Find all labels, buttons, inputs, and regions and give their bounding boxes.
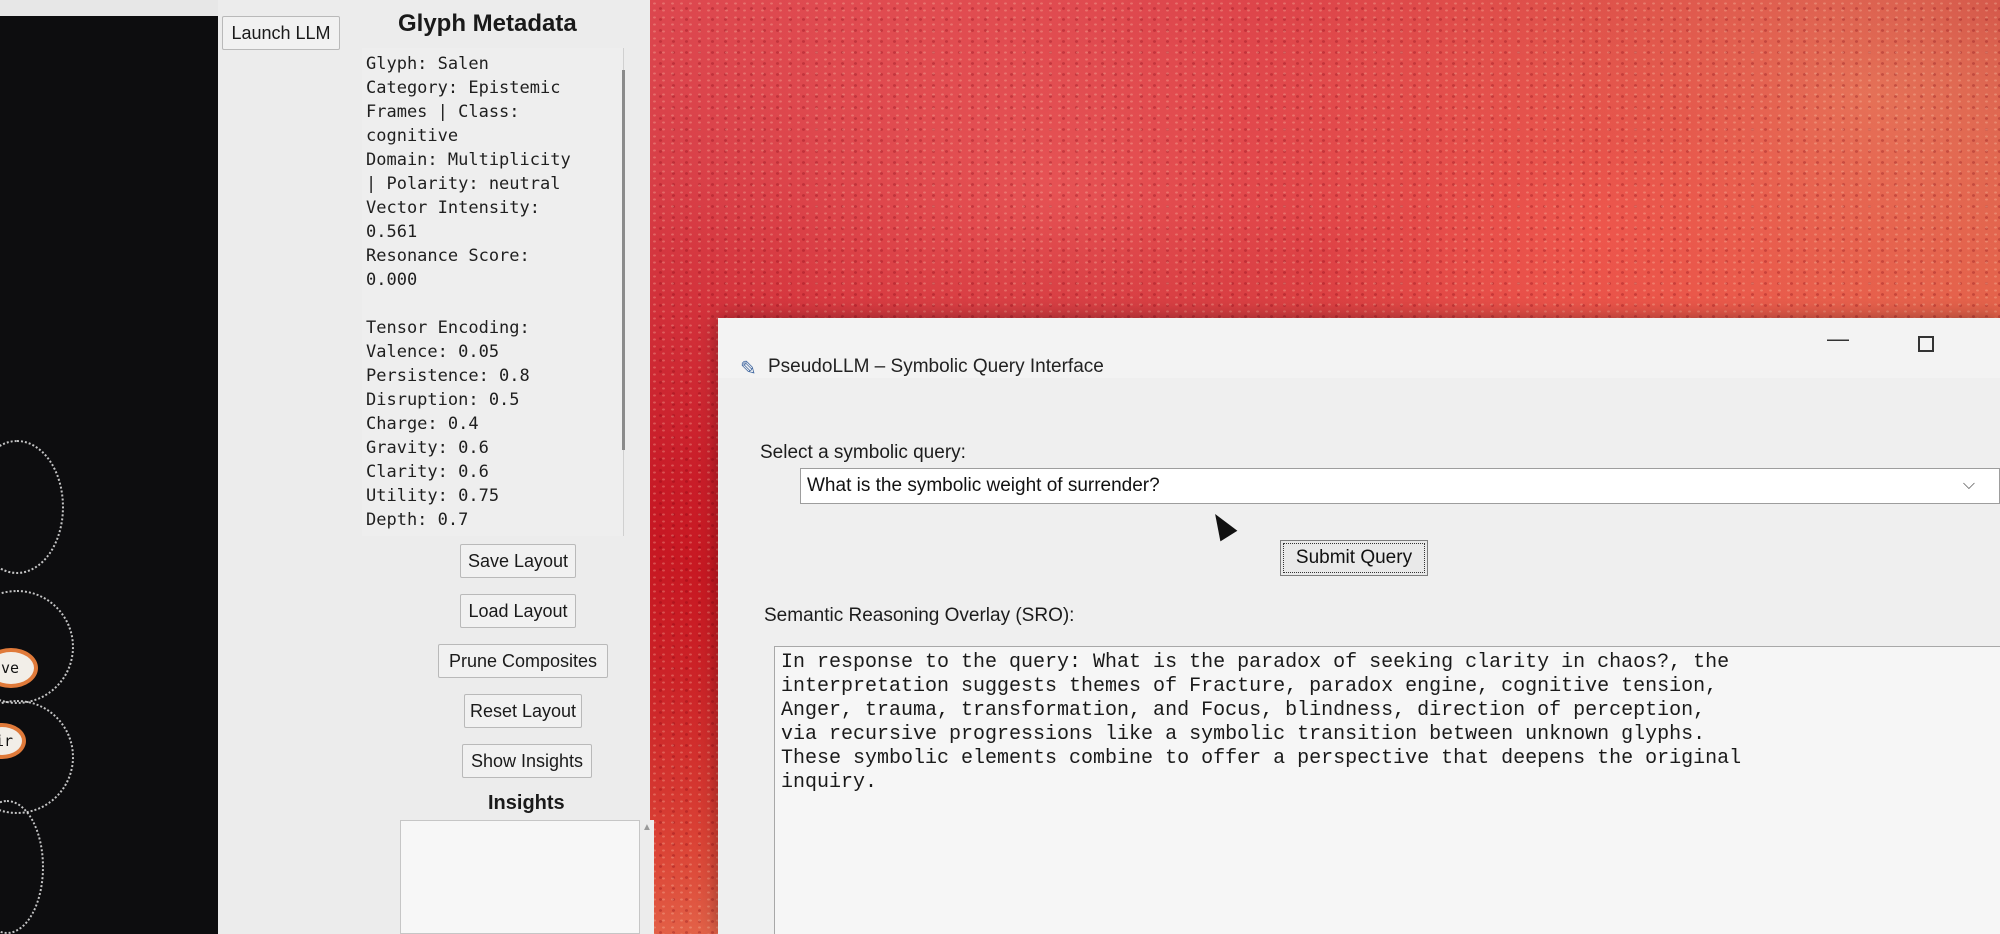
metadata-line: Glyph: Salen	[366, 54, 489, 74]
query-select-value: What is the symbolic weight of surrender…	[807, 475, 1160, 496]
minimize-button[interactable]: —	[1818, 326, 1858, 351]
insights-heading: Insights	[488, 792, 565, 814]
metadata-line: 0.561	[366, 222, 418, 242]
glyph-node-label: nir	[0, 732, 14, 750]
metadata-line: Persistence: 0.8	[366, 366, 530, 386]
sro-label: Semantic Reasoning Overlay (SRO):	[764, 605, 1075, 626]
metadata-line: Gravity: 0.6	[366, 438, 489, 458]
metadata-line: Resonance Score:	[366, 246, 530, 266]
metadata-line: Domain: Multiplicity	[366, 150, 571, 170]
metadata-line: Category: Epistemic	[366, 78, 561, 98]
metadata-line: 0.000	[366, 270, 418, 290]
load-layout-button[interactable]: Load Layout	[460, 594, 576, 628]
prune-composites-button[interactable]: Prune Composites	[438, 644, 608, 678]
select-query-label: Select a symbolic query:	[760, 442, 966, 463]
metadata-line: Utility: 0.75	[366, 486, 500, 506]
node-ring	[0, 440, 64, 574]
pseudollm-window: ✎ PseudoLLM – Symbolic Query Interface —…	[718, 318, 2000, 934]
metadata-line: Tensor Encoding:	[366, 318, 530, 338]
metadata-line: Charge: 0.4	[366, 414, 479, 434]
window-title: PseudoLLM – Symbolic Query Interface	[768, 356, 1104, 377]
metadata-line: cognitive	[366, 126, 459, 146]
metadata-line: Clarity: 0.6	[366, 462, 489, 482]
glyph-metadata-text: Glyph: Salen Category: Epistemic Frames …	[362, 48, 624, 536]
metadata-line: Vector Intensity:	[366, 198, 540, 218]
save-layout-button[interactable]: Save Layout	[460, 544, 576, 578]
metadata-scrollbar[interactable]	[622, 70, 625, 450]
chevron-down-icon[interactable]: ⌵	[1954, 470, 1984, 500]
insights-textbox[interactable]	[400, 820, 640, 934]
maximize-button[interactable]	[1918, 336, 1934, 352]
sro-output-text[interactable]: In response to the query: What is the pa…	[774, 646, 2000, 934]
metadata-line: Frames | Class:	[366, 102, 520, 122]
submit-query-button[interactable]: Submit Query	[1280, 540, 1428, 576]
metadata-line	[366, 292, 617, 316]
metadata-line: Depth: 0.7	[366, 510, 469, 530]
reset-layout-button[interactable]: Reset Layout	[464, 694, 582, 728]
insights-scrollbar[interactable]: ▲	[640, 820, 654, 934]
show-insights-button[interactable]: Show Insights	[462, 744, 592, 778]
glyph-node-label: lve	[0, 659, 20, 677]
metadata-line: Valence: 0.05	[366, 342, 500, 362]
feather-icon: ✎	[740, 358, 757, 380]
metadata-line: | Polarity: neutral	[366, 174, 561, 194]
metadata-line: Disruption: 0.5	[366, 390, 520, 410]
launch-llm-button[interactable]: Launch LLM	[222, 16, 340, 50]
glyph-metadata-heading: Glyph Metadata	[398, 10, 577, 37]
query-select[interactable]: What is the symbolic weight of surrender…	[800, 468, 2000, 504]
node-ring	[0, 800, 44, 934]
